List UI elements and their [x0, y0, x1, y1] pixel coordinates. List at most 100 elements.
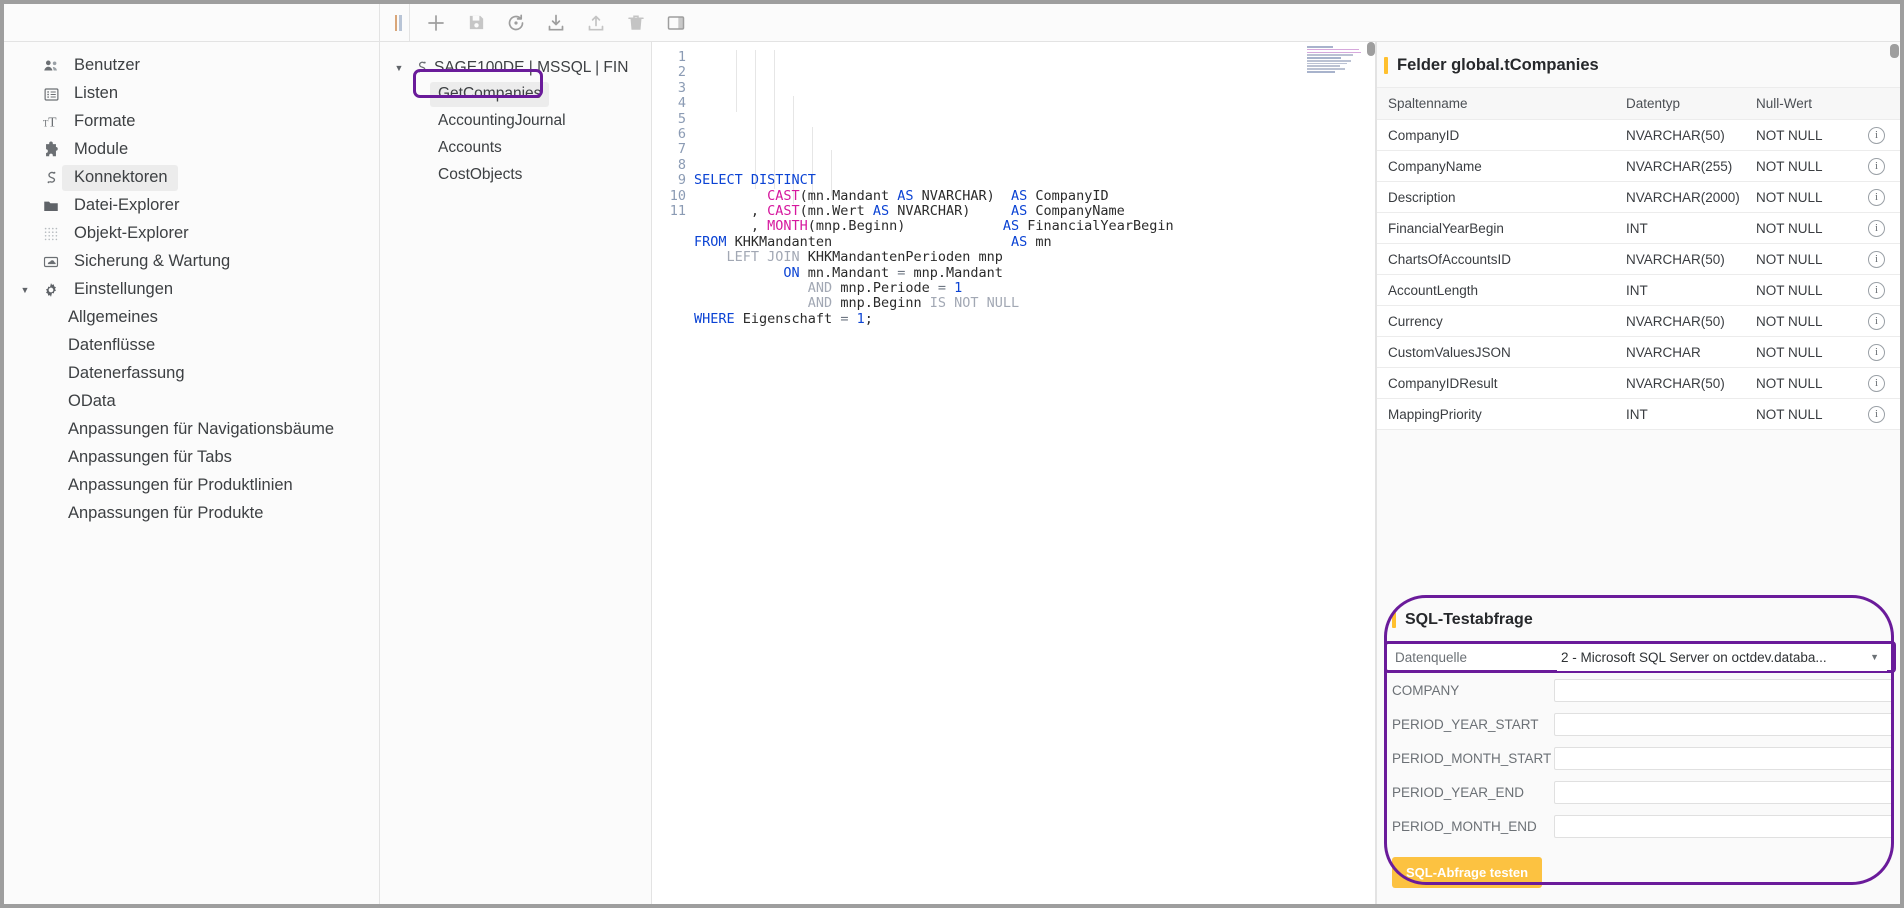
sidebar-item-benutzer[interactable]: Benutzer	[4, 52, 379, 80]
sidebar-item-datenfluesse[interactable]: Datenflüsse	[4, 332, 379, 360]
code-token: (mn.Wert	[800, 203, 873, 219]
sidebar-item-odata[interactable]: OData	[4, 388, 379, 416]
download-icon[interactable]	[536, 4, 576, 42]
panel-scrollbar-thumb[interactable]	[1890, 44, 1899, 58]
tree-item-costobjects[interactable]: CostObjects	[380, 162, 651, 189]
connector-tree-panel: ▼ SAGE100DE | MSSQL | FIN GetCompanies A…	[380, 42, 652, 904]
chevron-down-icon[interactable]: ▼	[1870, 652, 1879, 662]
sidebar-item-konnektoren[interactable]: Konnektoren	[4, 164, 379, 192]
line-number: 3	[652, 81, 686, 96]
table-row[interactable]: CompanyNameNVARCHAR(255)NOT NULLi	[1376, 151, 1900, 182]
table-row[interactable]: CurrencyNVARCHAR(50)NOT NULLi	[1376, 306, 1900, 337]
title-accent-bar	[1392, 612, 1396, 628]
sidebar-item-formate[interactable]: TT Formate	[4, 108, 379, 136]
chevron-down-icon[interactable]: ▼	[14, 285, 36, 295]
table-row[interactable]: CompanyIDNVARCHAR(50)NOT NULLi	[1376, 120, 1900, 151]
info-icon[interactable]: i	[1868, 251, 1885, 268]
chevron-down-icon[interactable]: ▼	[390, 63, 408, 73]
sidebar-item-label: Allgemeines	[62, 308, 158, 326]
code-token: CompanyName	[1027, 203, 1125, 219]
history-icon[interactable]	[496, 4, 536, 42]
param-input[interactable]	[1554, 679, 1894, 702]
info-icon[interactable]: i	[1868, 127, 1885, 144]
upload-icon[interactable]	[576, 4, 616, 42]
sidebar-item-datenerfassung[interactable]: Datenerfassung	[4, 360, 379, 388]
sidebar-item-datei-explorer[interactable]: Datei-Explorer	[4, 192, 379, 220]
param-input[interactable]	[1554, 713, 1894, 736]
info-icon[interactable]: i	[1868, 406, 1885, 423]
sidebar-item-anpassungen-produktlinien[interactable]: Anpassungen für Produktlinien	[4, 472, 379, 500]
sidebar-item-label: Formate	[68, 112, 135, 130]
sql-test-param-row: PERIOD_YEAR_END	[1384, 775, 1900, 809]
sidebar-item-anpassungen-produkte[interactable]: Anpassungen für Produkte	[4, 500, 379, 528]
sidebar-item-listen[interactable]: Listen	[4, 80, 379, 108]
datasource-selected-value: 2 - Microsoft SQL Server on octdev.datab…	[1561, 650, 1827, 665]
table-row[interactable]: MappingPriorityINTNOT NULLi	[1376, 399, 1900, 430]
code-line: FROM KHKMandanten AS mn	[694, 235, 1375, 250]
editor-minimap[interactable]	[1307, 46, 1369, 72]
info-icon[interactable]: i	[1868, 282, 1885, 299]
param-input[interactable]	[1554, 815, 1894, 838]
cell-nullwert: NOT NULL	[1748, 159, 1853, 174]
datasource-highlight-annotation: Datenquelle 2 - Microsoft SQL Server on …	[1384, 641, 1896, 673]
sql-code-content[interactable]: SELECT DISTINCT CAST(mn.Mandant AS NVARC…	[694, 42, 1375, 904]
cell-actions: i	[1853, 313, 1900, 330]
cell-spaltenname: MappingPriority	[1376, 407, 1618, 422]
info-icon[interactable]: i	[1868, 158, 1885, 175]
code-token: ,	[694, 203, 767, 219]
param-input[interactable]	[1554, 781, 1894, 804]
sidebar-item-einstellungen[interactable]: ▼ Einstellungen	[4, 276, 379, 304]
sidebar-item-label: Anpassungen für Tabs	[62, 448, 232, 466]
code-line: , CAST(mn.Wert AS NVARCHAR) AS CompanyNa…	[694, 204, 1375, 219]
code-line	[694, 327, 1375, 342]
sidebar-item-allgemeines[interactable]: Allgemeines	[4, 304, 379, 332]
add-icon[interactable]	[416, 4, 456, 42]
table-row[interactable]: AccountLengthINTNOT NULLi	[1376, 275, 1900, 306]
drag-handle-icon[interactable]	[388, 4, 410, 42]
tree-item-getcompanies[interactable]: GetCompanies	[380, 81, 651, 108]
fields-table-body: CompanyIDNVARCHAR(50)NOT NULLiCompanyNam…	[1376, 120, 1900, 430]
code-token: NVARCHAR)	[913, 188, 994, 204]
code-token: CAST	[767, 188, 800, 204]
code-token	[694, 188, 767, 204]
datasource-select[interactable]: 2 - Microsoft SQL Server on octdev.datab…	[1557, 644, 1887, 671]
table-row[interactable]: DescriptionNVARCHAR(2000)NOT NULLi	[1376, 182, 1900, 213]
datasource-label: Datenquelle	[1387, 650, 1557, 665]
tree-item-accounts[interactable]: Accounts	[380, 135, 651, 162]
sidebar-item-module[interactable]: Module	[4, 136, 379, 164]
panel-toggle-icon[interactable]	[656, 4, 696, 42]
sidebar-item-label: Benutzer	[68, 56, 140, 74]
column-header-spaltenname: Spaltenname	[1376, 96, 1618, 111]
sidebar-item-anpassungen-navigationsbaeume[interactable]: Anpassungen für Navigationsbäume	[4, 416, 379, 444]
info-icon[interactable]: i	[1868, 344, 1885, 361]
test-sql-query-button[interactable]: SQL-Abfrage testen	[1392, 857, 1542, 888]
info-icon[interactable]: i	[1868, 375, 1885, 392]
svg-text:T: T	[48, 115, 57, 130]
editor-scrollbar[interactable]	[1367, 42, 1375, 904]
cell-spaltenname: CompanyID	[1376, 128, 1618, 143]
info-icon[interactable]: i	[1868, 189, 1885, 206]
code-token: AS	[1011, 234, 1027, 250]
info-icon[interactable]: i	[1868, 220, 1885, 237]
sidebar-item-objekt-explorer[interactable]: Objekt-Explorer	[4, 220, 379, 248]
table-row[interactable]: FinancialYearBeginINTNOT NULLi	[1376, 213, 1900, 244]
column-header-datentyp: Datentyp	[1618, 96, 1748, 111]
param-input[interactable]	[1554, 747, 1894, 770]
table-row[interactable]: CompanyIDResultNVARCHAR(50)NOT NULLi	[1376, 368, 1900, 399]
delete-icon[interactable]	[616, 4, 656, 42]
info-icon[interactable]: i	[1868, 313, 1885, 330]
save-icon[interactable]	[456, 4, 496, 42]
table-row[interactable]: ChartsOfAccountsIDNVARCHAR(50)NOT NULLi	[1376, 244, 1900, 275]
editor-scrollbar-thumb[interactable]	[1367, 42, 1375, 56]
sidebar-item-label: Objekt-Explorer	[68, 224, 189, 242]
sidebar-item-anpassungen-tabs[interactable]: Anpassungen für Tabs	[4, 444, 379, 472]
code-token: AS	[1011, 188, 1027, 204]
code-token	[694, 265, 783, 281]
cell-spaltenname: CustomValuesJSON	[1376, 345, 1618, 360]
sql-editor[interactable]: 1 2 3 4 5 6 7 8 9 10 11 SELECT DISTINCT	[652, 42, 1376, 904]
tree-item-accountingjournal[interactable]: AccountingJournal	[380, 108, 651, 135]
cell-nullwert: NOT NULL	[1748, 314, 1853, 329]
tree-root-sage100de[interactable]: ▼ SAGE100DE | MSSQL | FIN	[380, 54, 651, 81]
table-row[interactable]: CustomValuesJSONNVARCHARNOT NULLi	[1376, 337, 1900, 368]
sidebar-item-sicherung-wartung[interactable]: Sicherung & Wartung	[4, 248, 379, 276]
